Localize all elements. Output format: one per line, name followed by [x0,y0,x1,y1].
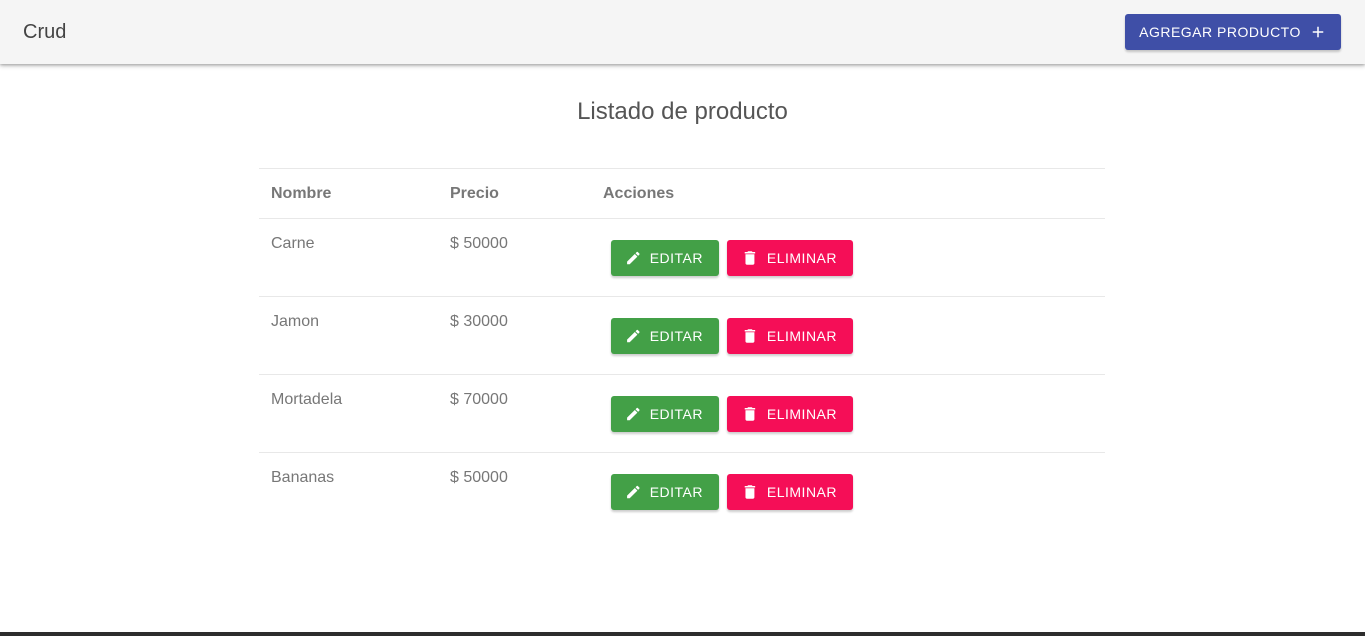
pencil-icon [627,329,640,343]
delete-button[interactable]: ELIMINAR [727,474,853,510]
delete-button[interactable]: ELIMINAR [727,240,853,276]
pencil-icon [627,407,640,421]
pencil-icon [627,485,640,499]
edit-button[interactable]: EDITAR [611,474,719,510]
trash-icon [744,329,756,343]
edit-button[interactable]: EDITAR [611,318,719,354]
table-row: Bananas $ 50000 EDITAR ELIMINAR [259,453,1105,530]
cell-nombre: Mortadela [271,391,343,408]
header-precio: Precio [450,185,499,202]
delete-button[interactable]: ELIMINAR [727,318,853,354]
table-row: Carne $ 50000 EDITAR ELIMINAR [259,219,1105,297]
app-toolbar: Crud AGREGAR PRODUCTO [0,0,1365,64]
edit-label: EDITAR [649,250,703,266]
bottom-edge-bar [0,632,1365,636]
app-title: Crud [23,21,67,43]
header-acciones: Acciones [603,185,675,202]
delete-label: ELIMINAR [766,484,837,500]
edit-label: EDITAR [649,406,703,422]
delete-label: ELIMINAR [766,328,837,344]
delete-button[interactable]: ELIMINAR [727,396,853,432]
pencil-icon [627,251,640,265]
delete-label: ELIMINAR [766,250,837,266]
edit-button[interactable]: EDITAR [611,240,719,276]
cell-nombre: Bananas [271,469,335,486]
trash-icon [744,485,756,499]
plus-icon [1312,26,1324,38]
cell-precio: $ 70000 [450,391,508,408]
table-row: Jamon $ 30000 EDITAR ELIMINAR [259,297,1105,375]
table-row: Mortadela $ 70000 EDITAR ELIMINAR [259,375,1105,453]
edit-label: EDITAR [649,328,703,344]
add-product-button[interactable]: AGREGAR PRODUCTO [1125,14,1341,50]
table-header-row: Nombre Precio Acciones [259,169,1105,219]
trash-icon [744,251,756,265]
cell-precio: $ 50000 [450,235,508,252]
header-nombre: Nombre [271,185,332,202]
add-product-label: AGREGAR PRODUCTO [1139,24,1301,40]
page-title: Listado de producto [577,98,788,125]
trash-icon [744,407,756,421]
edit-button[interactable]: EDITAR [611,396,719,432]
cell-nombre: Carne [271,235,315,252]
cell-precio: $ 50000 [450,469,508,486]
cell-precio: $ 30000 [450,313,508,330]
delete-label: ELIMINAR [766,406,837,422]
products-table: Nombre Precio Acciones Carne $ 50000 EDI… [259,168,1105,530]
cell-nombre: Jamon [271,313,320,330]
edit-label: EDITAR [649,484,703,500]
